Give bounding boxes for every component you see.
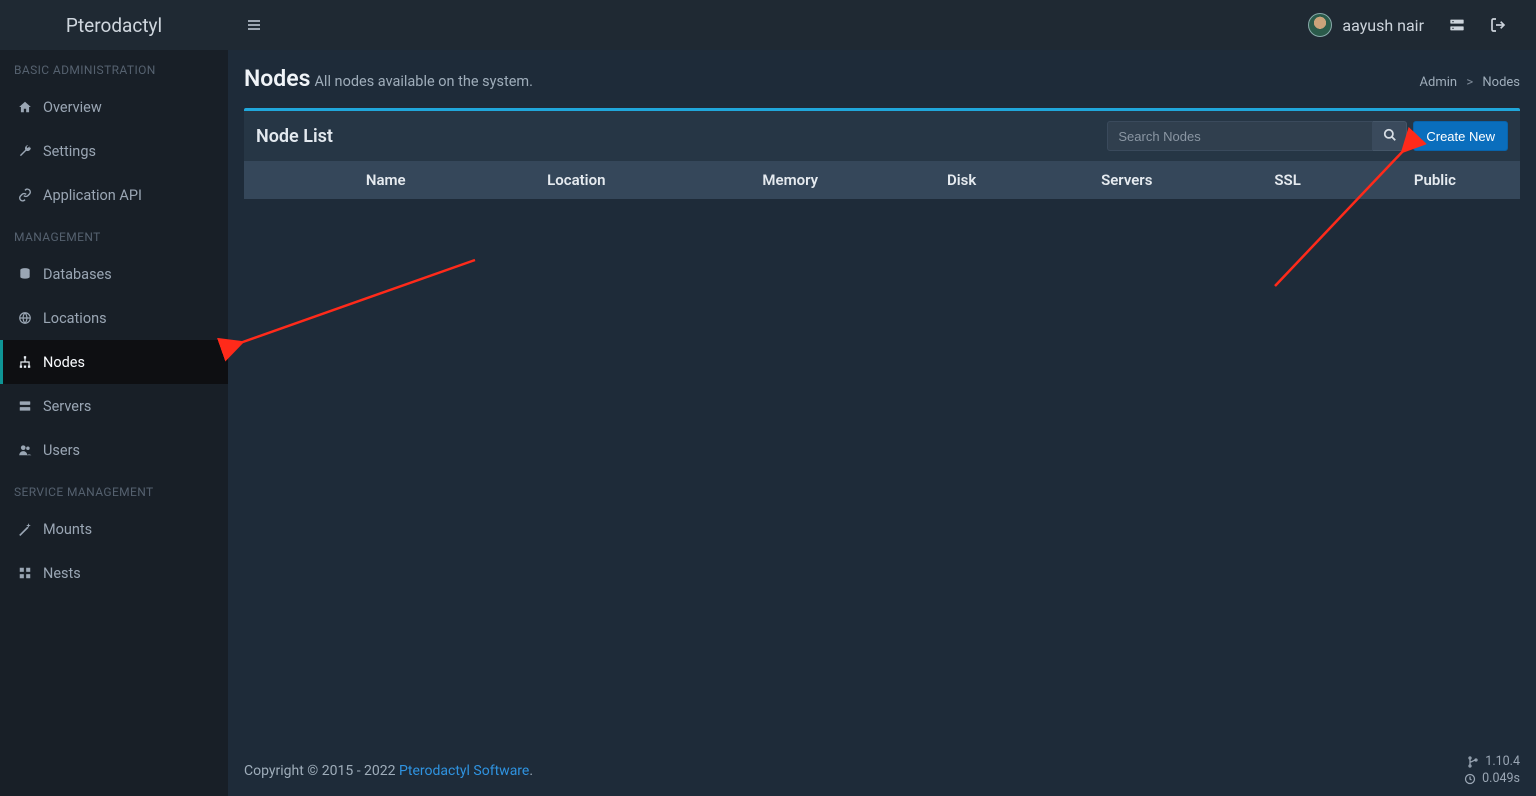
- footer-project-link[interactable]: Pterodactyl Software: [399, 763, 529, 779]
- wrench-icon: [17, 144, 33, 158]
- sidebar-item-mounts[interactable]: Mounts: [0, 507, 228, 551]
- sidebar-item-label: Nodes: [43, 354, 85, 371]
- sidebar-item-label: Databases: [43, 266, 112, 283]
- link-icon: [17, 188, 33, 202]
- sidebar-item-users[interactable]: Users: [0, 428, 228, 472]
- sidebar-item-overview[interactable]: Overview: [0, 85, 228, 129]
- search-button[interactable]: [1373, 121, 1407, 151]
- content-header: Nodes All nodes available on the system.…: [228, 50, 1536, 108]
- page-subtitle: All nodes available on the system.: [314, 73, 533, 90]
- sidebar-item-label: Users: [43, 442, 80, 459]
- sidebar-section-header: SERVICE MANAGEMENT: [0, 472, 228, 507]
- sidebar-item-label: Settings: [43, 143, 96, 160]
- breadcrumb: Admin > Nodes: [1420, 75, 1520, 90]
- col-blank: [244, 161, 304, 199]
- sidebar-item-nests[interactable]: Nests: [0, 551, 228, 595]
- server-icon: [17, 399, 33, 413]
- user-name: aayush nair: [1342, 16, 1424, 35]
- box-header: Node List Create New: [244, 111, 1520, 161]
- exit-admin-icon[interactable]: [1448, 17, 1466, 33]
- sign-out-icon[interactable]: [1490, 17, 1506, 33]
- sidebar-item-servers[interactable]: Servers: [0, 384, 228, 428]
- col-public: Public: [1350, 161, 1520, 199]
- sidebar-toggle-icon[interactable]: [246, 17, 262, 33]
- breadcrumb-admin[interactable]: Admin: [1420, 75, 1458, 90]
- magic-icon: [17, 522, 33, 536]
- sidebar-item-locations[interactable]: Locations: [0, 296, 228, 340]
- sidebar-section-header: BASIC ADMINISTRATION: [0, 50, 228, 85]
- box-body: Name Location Memory Disk Servers SSL Pu…: [244, 161, 1520, 199]
- sidebar-item-databases[interactable]: Databases: [0, 252, 228, 296]
- node-table: Name Location Memory Disk Servers SSL Pu…: [244, 161, 1520, 199]
- branch-icon: [1467, 756, 1479, 768]
- sidebar-item-label: Mounts: [43, 521, 92, 538]
- sidebar-item-label: Overview: [43, 99, 102, 116]
- footer-period: .: [529, 763, 533, 779]
- node-list-box: Node List Create New: [244, 108, 1520, 199]
- grid-icon: [17, 566, 33, 580]
- topbar-right: aayush nair: [1308, 13, 1506, 37]
- copyright-prefix: Copyright © 2015 - 2022: [244, 763, 399, 779]
- search-input[interactable]: [1107, 121, 1373, 151]
- sidebar-item-label: Application API: [43, 187, 142, 204]
- user-menu[interactable]: aayush nair: [1308, 13, 1424, 37]
- breadcrumb-sep: >: [1466, 75, 1473, 90]
- sidebar-item-nodes[interactable]: Nodes: [0, 340, 228, 384]
- main-area: Nodes All nodes available on the system.…: [228, 50, 1536, 796]
- search-wrap: [1107, 121, 1407, 151]
- col-ssl: SSL: [1225, 161, 1349, 199]
- search-icon: [1383, 128, 1397, 145]
- sidebar-item-label: Servers: [43, 398, 91, 415]
- database-icon: [17, 267, 33, 281]
- col-memory: Memory: [685, 161, 895, 199]
- timing: 0.049s: [1482, 771, 1520, 788]
- users-icon: [17, 443, 33, 457]
- col-servers: Servers: [1028, 161, 1225, 199]
- sidebar-section-header: MANAGEMENT: [0, 217, 228, 252]
- sidebar: BASIC ADMINISTRATION Overview Settings A…: [0, 50, 228, 796]
- col-location: Location: [467, 161, 685, 199]
- sitemap-icon: [17, 355, 33, 369]
- home-icon: [17, 100, 33, 114]
- topbar: Pterodactyl aayush nair: [0, 0, 1536, 50]
- version: 1.10.4: [1485, 754, 1520, 771]
- sidebar-item-settings[interactable]: Settings: [0, 129, 228, 173]
- col-disk: Disk: [895, 161, 1028, 199]
- breadcrumb-current: Nodes: [1482, 75, 1520, 90]
- sidebar-item-label: Locations: [43, 310, 107, 327]
- brand-text: Pterodactyl: [66, 14, 162, 37]
- create-new-label: Create New: [1426, 129, 1495, 144]
- col-name: Name: [304, 161, 467, 199]
- sidebar-item-label: Nests: [43, 565, 81, 582]
- clock-icon: [1464, 773, 1476, 785]
- sidebar-item-application-api[interactable]: Application API: [0, 173, 228, 217]
- footer-text: Copyright © 2015 - 2022 Pterodactyl Soft…: [244, 763, 533, 779]
- box-title: Node List: [256, 126, 333, 147]
- avatar: [1308, 13, 1332, 37]
- brand-logo[interactable]: Pterodactyl: [0, 0, 228, 50]
- create-new-button[interactable]: Create New: [1413, 121, 1508, 151]
- globe-icon: [17, 311, 33, 325]
- footer: Copyright © 2015 - 2022 Pterodactyl Soft…: [228, 744, 1536, 796]
- box-tools: Create New: [1107, 121, 1508, 151]
- content-body: Node List Create New: [228, 108, 1536, 796]
- footer-meta: 1.10.4 0.049s: [1464, 754, 1520, 788]
- page-title: Nodes: [244, 65, 310, 92]
